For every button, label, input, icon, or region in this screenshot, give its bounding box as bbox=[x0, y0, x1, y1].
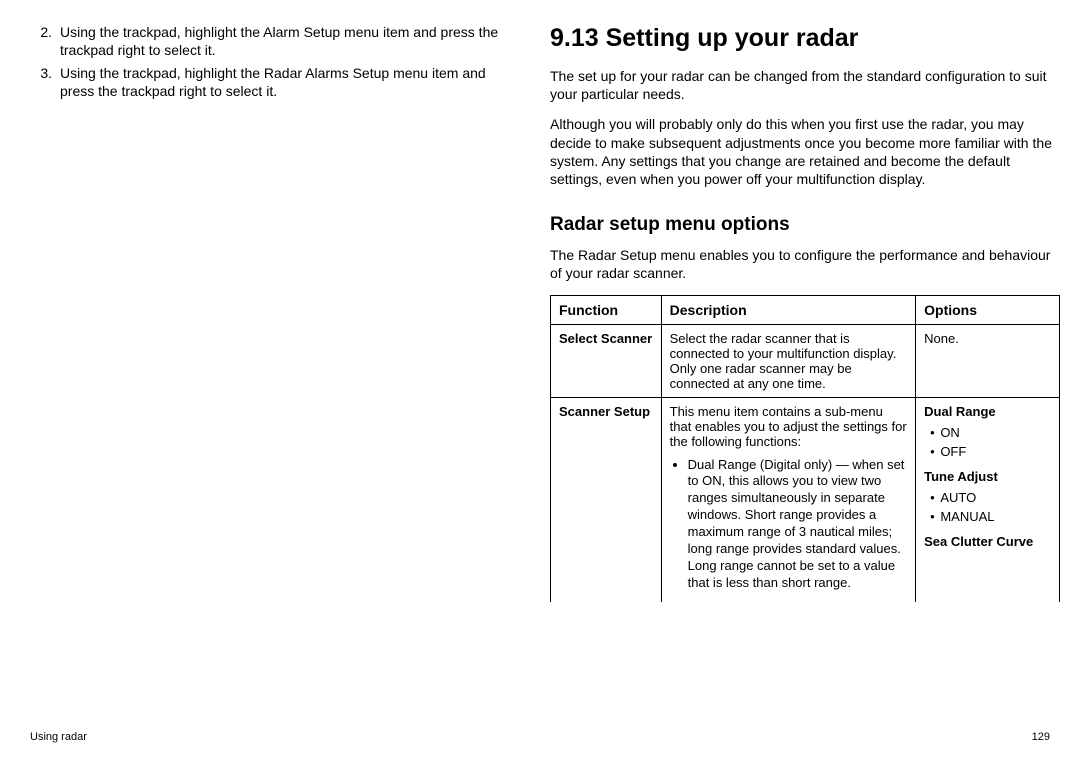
footer-left: Using radar bbox=[30, 731, 87, 743]
paragraph: Although you will probably only do this … bbox=[550, 115, 1060, 188]
option-item: MANUAL bbox=[924, 507, 1051, 526]
option-list: AUTO MANUAL bbox=[924, 488, 1051, 526]
list-item: 2. Using the trackpad, highlight the Ala… bbox=[30, 24, 510, 59]
col-header-description: Description bbox=[661, 295, 916, 324]
item-number: 2. bbox=[30, 24, 60, 59]
col-header-function: Function bbox=[551, 295, 662, 324]
page-footer: Using radar 129 bbox=[30, 731, 1050, 743]
options-table: Function Description Options Select Scan… bbox=[550, 295, 1060, 602]
option-heading: Sea Clutter Curve bbox=[924, 534, 1051, 549]
col-header-options: Options bbox=[916, 295, 1060, 324]
option-list: ON OFF bbox=[924, 423, 1051, 461]
page-content: 2. Using the trackpad, highlight the Ala… bbox=[0, 0, 1080, 690]
table-header-row: Function Description Options bbox=[551, 295, 1060, 324]
option-item: AUTO bbox=[924, 488, 1051, 507]
cell-function: Scanner Setup bbox=[551, 397, 662, 602]
desc-bullet: Dual Range (Digital only) — when set to … bbox=[688, 457, 908, 592]
option-group: Dual Range ON OFF bbox=[924, 404, 1051, 461]
option-item: OFF bbox=[924, 442, 1051, 461]
option-group: Tune Adjust AUTO MANUAL bbox=[924, 469, 1051, 526]
item-text: Using the trackpad, highlight the Radar … bbox=[60, 65, 510, 100]
cell-options: None. bbox=[916, 324, 1060, 397]
table-row: Select Scanner Select the radar scanner … bbox=[551, 324, 1060, 397]
footer-page-number: 129 bbox=[1032, 731, 1050, 743]
left-column: 2. Using the trackpad, highlight the Ala… bbox=[30, 24, 510, 690]
option-heading: Tune Adjust bbox=[924, 469, 1051, 484]
cell-description: This menu item contains a sub-menu that … bbox=[661, 397, 916, 602]
subheading: Radar setup menu options bbox=[550, 214, 1060, 236]
desc-intro: This menu item contains a sub-menu that … bbox=[670, 404, 907, 449]
cell-function: Select Scanner bbox=[551, 324, 662, 397]
right-column: 9.13 Setting up your radar The set up fo… bbox=[550, 24, 1060, 690]
option-heading: Dual Range bbox=[924, 404, 1051, 419]
table-row: Scanner Setup This menu item contains a … bbox=[551, 397, 1060, 602]
option-item: ON bbox=[924, 423, 1051, 442]
option-group: Sea Clutter Curve bbox=[924, 534, 1051, 549]
desc-bullet-list: Dual Range (Digital only) — when set to … bbox=[670, 457, 908, 592]
paragraph: The set up for your radar can be changed… bbox=[550, 67, 1060, 103]
cell-options: Dual Range ON OFF Tune Adjust AUTO MANUA… bbox=[916, 397, 1060, 602]
cell-description: Select the radar scanner that is connect… bbox=[661, 324, 916, 397]
item-text: Using the trackpad, highlight the Alarm … bbox=[60, 24, 510, 59]
section-title: 9.13 Setting up your radar bbox=[550, 24, 1060, 53]
list-item: 3. Using the trackpad, highlight the Rad… bbox=[30, 65, 510, 100]
item-number: 3. bbox=[30, 65, 60, 100]
instruction-list: 2. Using the trackpad, highlight the Ala… bbox=[30, 24, 510, 100]
paragraph: The Radar Setup menu enables you to conf… bbox=[550, 246, 1060, 282]
